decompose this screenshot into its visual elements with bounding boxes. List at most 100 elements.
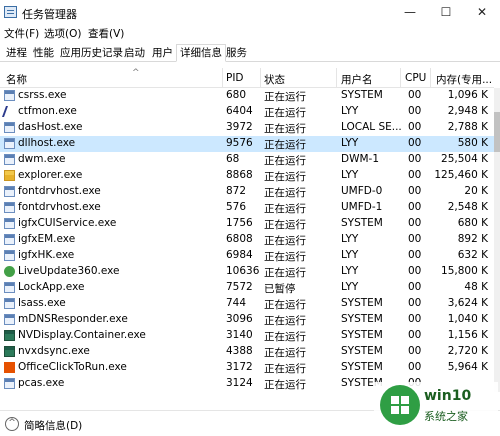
process-pid: 10636 [226, 265, 260, 277]
process-username: SYSTEM [341, 297, 383, 309]
table-row[interactable]: OfficeClickToRun.exe 3172 正在运行 SYSTEM 00 5,96… [0, 360, 494, 376]
process-status: 正在运行 [264, 139, 306, 151]
column-header-pid[interactable]: PID [226, 72, 244, 84]
column-divider[interactable] [222, 68, 223, 88]
windows-logo-icon [380, 385, 420, 425]
table-row[interactable]: ctfmon.exe 6404 正在运行 LYY 00 2,948 K [0, 104, 494, 120]
tab-bar: 进程 性能 应用历史记录 启动 用户 详细信息 服务 [0, 42, 500, 62]
tab-startup[interactable]: 启动 [120, 44, 149, 62]
column-header-memory[interactable]: 内存(专用... [436, 72, 492, 87]
column-divider[interactable] [400, 68, 401, 88]
process-status: 正在运行 [264, 379, 306, 391]
process-pid: 6984 [226, 249, 253, 261]
process-status: 正在运行 [264, 123, 306, 135]
process-username: SYSTEM [341, 345, 383, 357]
fewer-details-link[interactable]: 简略信息(D) [24, 418, 82, 433]
process-status: 正在运行 [264, 219, 306, 231]
tab-users[interactable]: 用户 [148, 44, 177, 62]
pen-icon [1, 106, 18, 117]
minimize-button[interactable]: — [392, 0, 428, 24]
process-name: ctfmon.exe [18, 105, 77, 117]
process-memory: 3,624 K [447, 297, 488, 309]
column-header-cpu[interactable]: CPU [405, 72, 426, 84]
process-name: fontdrvhost.exe [18, 201, 101, 213]
process-status: 正在运行 [264, 91, 306, 103]
table-row[interactable]: dasHost.exe 3972 正在运行 LOCAL SE... 00 2,788 K [0, 120, 494, 136]
column-divider[interactable] [260, 68, 261, 88]
window-icon [4, 378, 15, 389]
column-divider[interactable] [430, 68, 431, 88]
tab-processes[interactable]: 进程 [2, 44, 31, 62]
table-row[interactable]: csrss.exe 680 正在运行 SYSTEM 00 1,096 K [0, 88, 494, 104]
window-icon [4, 298, 15, 309]
process-username: LYY [341, 265, 359, 277]
process-username: LYY [341, 281, 359, 293]
table-row[interactable]: igfxCUIService.exe 1756 正在运行 SYSTEM 00 680 K [0, 216, 494, 232]
process-status: 正在运行 [264, 331, 306, 343]
maximize-button[interactable]: ☐ [428, 0, 464, 24]
process-memory: 1,156 K [447, 329, 488, 341]
window-icon [4, 218, 15, 229]
column-header-status[interactable]: 状态 [264, 72, 285, 87]
table-row[interactable]: mDNSResponder.exe 3096 正在运行 SYSTEM 00 1,040 K [0, 312, 494, 328]
chevron-up-icon[interactable]: ^ [5, 417, 19, 431]
tab-details[interactable]: 详细信息 [176, 44, 226, 62]
process-cpu: 00 [408, 169, 422, 181]
column-header-name[interactable]: 名称 [6, 72, 27, 87]
table-row[interactable]: fontdrvhost.exe 872 正在运行 UMFD-0 00 20 K [0, 184, 494, 200]
process-username: LYY [341, 249, 359, 261]
nvidia-icon [4, 346, 15, 357]
table-row[interactable]: igfxHK.exe 6984 正在运行 LYY 00 632 K [0, 248, 494, 264]
menu-file[interactable]: 文件(F) [4, 26, 39, 41]
column-divider[interactable] [336, 68, 337, 88]
watermark-site: 系统之家 [424, 410, 468, 423]
table-row[interactable]: NVDisplay.Container.exe 3140 正在运行 SYSTEM 00 1… [0, 328, 494, 344]
process-memory: 2,948 K [447, 105, 488, 117]
process-pid: 4388 [226, 345, 253, 357]
process-cpu: 00 [408, 89, 422, 101]
process-cpu: 00 [408, 281, 422, 293]
process-name: dllhost.exe [18, 137, 76, 149]
table-header: ^ 名称 PID 状态 用户名 CPU 内存(专用... [0, 68, 494, 88]
table-row[interactable]: fontdrvhost.exe 576 正在运行 UMFD-1 00 2,548 K [0, 200, 494, 216]
column-header-username[interactable]: 用户名 [341, 72, 373, 87]
process-memory: 2,788 K [447, 121, 488, 133]
process-name: lsass.exe [18, 297, 66, 309]
process-pid: 68 [226, 153, 240, 165]
process-cpu: 00 [408, 233, 422, 245]
office-icon [4, 362, 15, 373]
task-manager-icon [4, 6, 17, 18]
table-row[interactable]: dllhost.exe 9576 正在运行 LYY 00 580 K [0, 136, 494, 152]
process-pid: 680 [226, 89, 247, 101]
window-icon [4, 314, 15, 325]
table-row[interactable]: nvxdsync.exe 4388 正在运行 SYSTEM 00 2,720 K [0, 344, 494, 360]
process-cpu: 00 [408, 265, 422, 277]
scrollbar-thumb[interactable] [494, 112, 500, 152]
menu-view[interactable]: 查看(V) [88, 26, 124, 41]
menu-bar: 文件(F) 选项(O) 查看(V) [0, 24, 500, 42]
table-row[interactable]: explorer.exe 8868 正在运行 LYY 00 125,460 K [0, 168, 494, 184]
close-button[interactable]: ✕ [464, 0, 500, 24]
table-row[interactable]: LiveUpdate360.exe 10636 正在运行 LYY 00 15,800 K [0, 264, 494, 280]
process-username: SYSTEM [341, 329, 383, 341]
tab-services[interactable]: 服务 [222, 44, 251, 62]
window-icon [4, 282, 15, 293]
process-name: NVDisplay.Container.exe [18, 329, 146, 341]
table-row[interactable]: LockApp.exe 7572 已暂停 LYY 00 48 K [0, 280, 494, 296]
folder-icon [4, 170, 15, 181]
process-username: DWM-1 [341, 153, 379, 165]
window-icon [4, 154, 15, 165]
window-title: 任务管理器 [22, 8, 77, 21]
watermark: win10 系统之家 [374, 382, 498, 434]
process-name: mDNSResponder.exe [18, 313, 128, 325]
table-row[interactable]: igfxEM.exe 6808 正在运行 LYY 00 892 K [0, 232, 494, 248]
tab-app-history[interactable]: 应用历史记录 [56, 44, 127, 62]
table-row[interactable]: lsass.exe 744 正在运行 SYSTEM 00 3,624 K [0, 296, 494, 312]
process-memory: 5,964 K [447, 361, 488, 373]
process-pid: 7572 [226, 281, 253, 293]
process-cpu: 00 [408, 105, 422, 117]
process-name: dwm.exe [18, 153, 66, 165]
menu-options[interactable]: 选项(O) [44, 26, 81, 41]
table-row[interactable]: dwm.exe 68 正在运行 DWM-1 00 25,504 K [0, 152, 494, 168]
tab-performance[interactable]: 性能 [29, 44, 58, 62]
